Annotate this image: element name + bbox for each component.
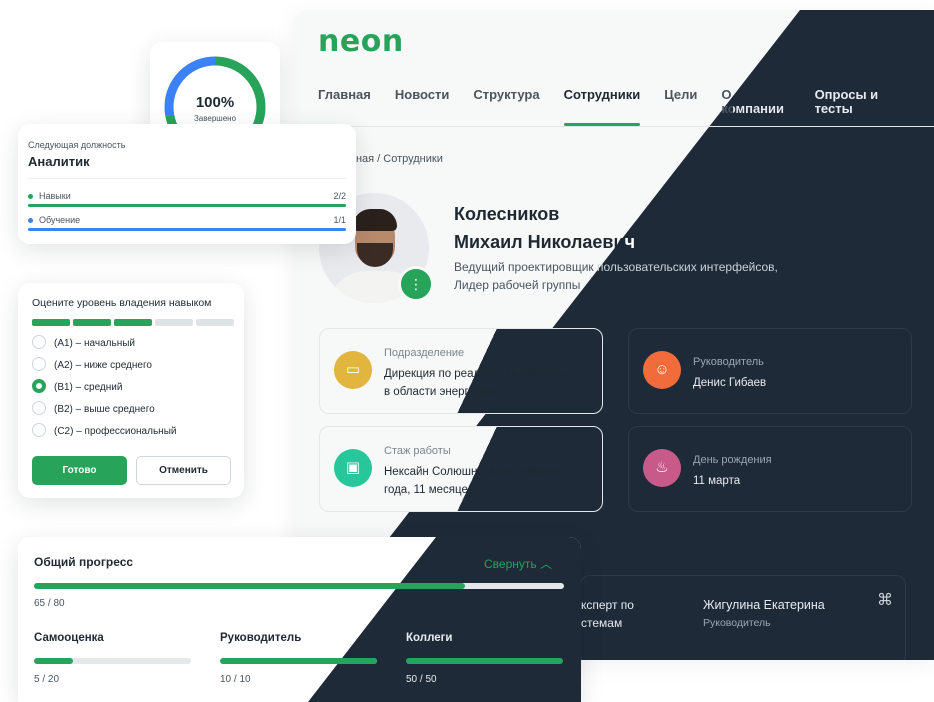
collapse-button[interactable]: Свернуть ︿	[484, 555, 552, 572]
radio-icon[interactable]	[32, 423, 46, 438]
skill-level-meter	[32, 319, 234, 326]
radio-icon[interactable]	[32, 335, 46, 350]
self-assessment-bar	[34, 658, 191, 664]
option-c2[interactable]: (C2) – профессиональный	[32, 423, 176, 440]
overall-progress-card: Общий прогресс Свернуть ︿ 65 / 80 Самооц…	[18, 537, 581, 702]
divider	[28, 178, 346, 179]
calendar-icon: ▣	[334, 449, 372, 487]
colleagues-score-label: Коллеги	[406, 632, 453, 644]
level-segment	[32, 319, 70, 326]
completion-caption: Завершено	[193, 114, 237, 123]
training-row[interactable]: Обучение 1/1	[28, 215, 346, 225]
manager-score-bar	[220, 658, 377, 664]
colleagues-score-value: 50 / 50	[406, 674, 437, 685]
cake-icon: ♨	[643, 449, 681, 487]
level-segment	[73, 319, 111, 326]
skill-rating-title: Оцените уровень владения навыком	[32, 297, 212, 309]
department-label: Подразделение	[384, 347, 465, 359]
colleagues-score-bar	[406, 658, 563, 664]
level-segment	[155, 319, 193, 326]
manager-value: Денис Гибаев	[693, 377, 767, 389]
option-a2[interactable]: (A2) – ниже среднего	[32, 357, 152, 374]
colleague-skill-text: ксперт по стемам	[581, 598, 634, 630]
chevron-up-icon: ︿	[539, 557, 552, 571]
cancel-button[interactable]: Отменить	[136, 456, 231, 485]
profile-last-name: Колесников	[454, 204, 560, 224]
training-count: 1/1	[333, 215, 346, 225]
next-position-card: Следующая должность Аналитик Навыки 2/2 …	[18, 124, 356, 244]
blue-dot-icon	[28, 218, 33, 224]
skills-row[interactable]: Навыки 2/2	[28, 191, 346, 201]
level-segment	[196, 319, 234, 326]
tenure-value: Нексайн Солюшнс Интертеймент 23 года, 11 …	[384, 466, 579, 496]
skill-rating-dialog: Оцените уровень владения навыком (A1) – …	[18, 283, 244, 498]
birthday-label: День рождения	[693, 454, 772, 466]
self-assessment-label: Самооценка	[34, 632, 104, 644]
training-progress-bar	[28, 228, 346, 231]
manager-label: Руководитель	[693, 356, 764, 368]
colleague-card[interactable]: ксперт по стемам Жигулина Екатерина Руков…	[580, 575, 906, 660]
more-options-icon[interactable]: ⋮	[398, 266, 434, 302]
breadcrumb[interactable]: авная / Сотрудники	[344, 153, 443, 165]
department-value: Дирекция по реализации проектов в области…	[384, 368, 570, 398]
completion-percent: 100%	[195, 94, 235, 111]
profile-role-secondary: Лидер рабочей группы	[454, 278, 581, 292]
profile-first-middle-name: Михаил Николаевич	[454, 232, 636, 252]
option-b1[interactable]: (B1) – средний	[32, 379, 122, 396]
manager-score-value: 10 / 10	[220, 674, 251, 685]
self-assessment-value: 5 / 20	[34, 674, 60, 685]
birthday-value: 11 марта	[693, 475, 741, 487]
overall-progress-bar	[34, 583, 564, 589]
done-button[interactable]: Готово	[32, 456, 127, 485]
radio-icon[interactable]	[32, 401, 46, 416]
department-card: ▭ Подразделение Дирекция по реализации п…	[319, 328, 603, 414]
tenure-card: ▣ Стаж работы Нексайн Солюшнс Интертейме…	[319, 426, 603, 512]
tenure-label: Стаж работы	[384, 445, 451, 457]
birthday-card: ♨ День рождения 11 марта	[628, 426, 912, 512]
briefcase-icon: ▭	[334, 351, 372, 389]
overall-progress-value: 65 / 80	[34, 598, 65, 609]
option-a1[interactable]: (A1) – начальный	[32, 335, 135, 352]
next-position-title: Аналитик	[28, 154, 90, 169]
option-b2[interactable]: (B2) – выше среднего	[32, 401, 155, 418]
manager-card[interactable]: ☺ Руководитель Денис Гибаев	[628, 328, 912, 414]
radio-icon[interactable]	[32, 357, 46, 372]
colleague-role: Руководитель	[703, 617, 771, 629]
skills-progress-bar	[28, 204, 346, 207]
manager-score-label: Руководитель	[220, 632, 302, 644]
org-chart-icon[interactable]: ⌘	[877, 592, 893, 610]
radio-icon[interactable]	[32, 379, 46, 394]
green-dot-icon	[28, 194, 33, 200]
user-icon: ☺	[643, 351, 681, 389]
profile-role: Ведущий проектировщик пользовательских и…	[454, 260, 778, 274]
overall-progress-title: Общий прогресс	[34, 555, 134, 569]
next-position-label: Следующая должность	[28, 140, 126, 150]
level-segment	[114, 319, 152, 326]
skills-count: 2/2	[333, 191, 346, 201]
colleague-name: Жигулина Екатерина	[703, 598, 825, 612]
